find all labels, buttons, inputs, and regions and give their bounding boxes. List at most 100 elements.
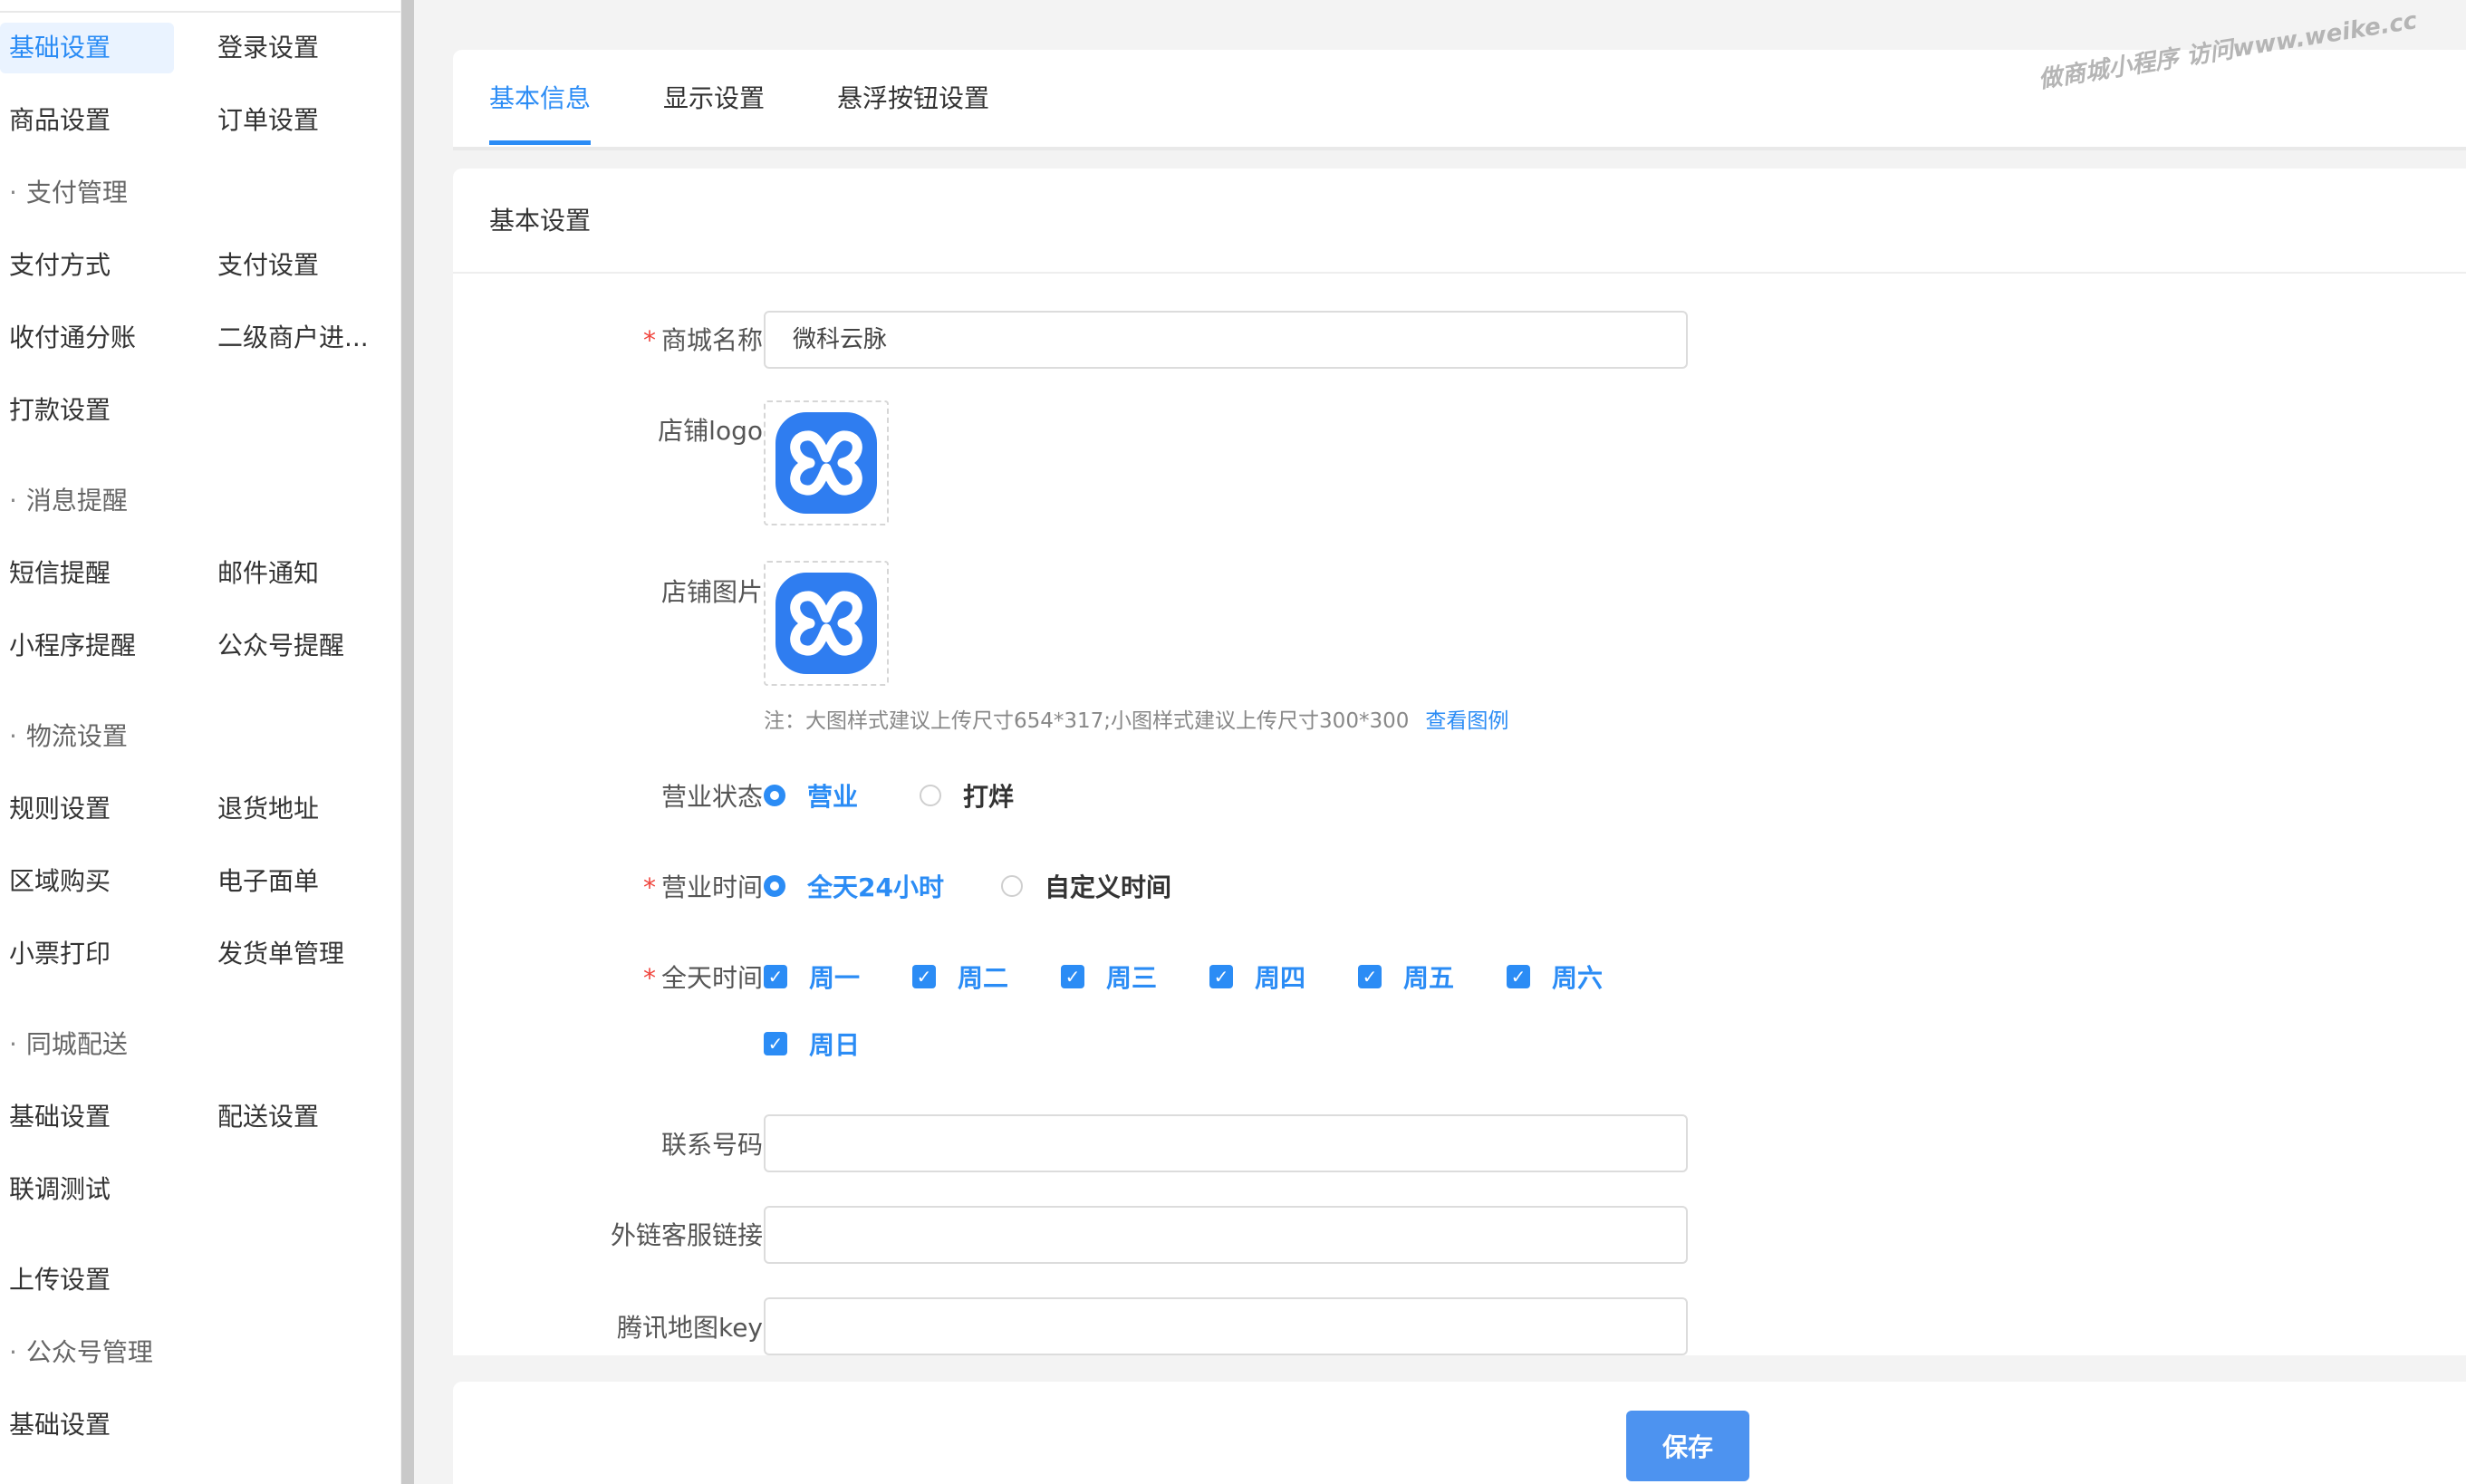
sidebar-section-label: 支付管理 — [25, 178, 128, 207]
sidebar-section-payment: · 支付管理 — [0, 168, 128, 218]
sidebar-section-label: 公众号管理 — [25, 1337, 153, 1367]
checkbox-label: 周二 — [958, 963, 1009, 993]
sidebar-section-official-account: · 公众号管理 — [0, 1327, 153, 1378]
radio-closed[interactable]: 打烊 — [920, 777, 1014, 814]
sidebar-item-shipping-manage[interactable]: 发货单管理 — [208, 929, 353, 979]
sidebar-item-delivery-settings[interactable]: 配送设置 — [208, 1092, 328, 1142]
checkbox-label: 周日 — [809, 1030, 861, 1060]
sidebar-item-rule-settings[interactable]: 规则设置 — [0, 784, 120, 834]
shop-name-label-text: 商城名称 — [660, 325, 763, 355]
shop-logo-label: 店铺logo — [658, 416, 763, 446]
sidebar-item-receipt-print[interactable]: 小票打印 — [0, 929, 120, 979]
sidebar-item-oa-basic[interactable]: 基础设置 — [0, 1400, 120, 1450]
sidebar-scrollbar[interactable] — [401, 0, 414, 1484]
checkbox-label: 周四 — [1255, 963, 1306, 993]
shop-logo-uploader[interactable] — [764, 400, 889, 525]
sidebar-top-divider — [0, 0, 400, 13]
panel-divider — [453, 147, 2466, 150]
view-example-link[interactable]: 查看图例 — [1425, 709, 1508, 733]
checkbox-wednesday[interactable]: ✓ 周三 — [1061, 959, 1157, 995]
section-dot: · — [9, 486, 17, 516]
checkbox-thursday[interactable]: ✓ 周四 — [1209, 959, 1305, 995]
sidebar: 基础设置 登录设置 商品设置 订单设置 · 支付管理 支付方式 支付设置 收付通分… — [0, 0, 400, 1484]
checkbox-label: 周一 — [809, 963, 861, 993]
sidebar-item-delivery-basic[interactable]: 基础设置 — [0, 1092, 120, 1142]
section-divider — [453, 272, 2466, 274]
radio-circle — [764, 785, 785, 806]
required-mark: * — [642, 963, 656, 993]
wk-logo-icon — [775, 412, 877, 514]
sidebar-item-payment-methods[interactable]: 支付方式 — [0, 240, 120, 291]
section-dot: · — [9, 178, 17, 207]
sidebar-item-order-settings[interactable]: 订单设置 — [208, 95, 328, 146]
checkbox-label: 周三 — [1106, 963, 1158, 993]
radio-circle — [1001, 875, 1023, 897]
sidebar-item-upload-settings[interactable]: 上传设置 — [0, 1255, 120, 1306]
sidebar-item-e-waybill[interactable]: 电子面单 — [208, 856, 328, 907]
all-day-label-text: 全天时间 — [660, 963, 763, 993]
sidebar-section-local-delivery: · 同城配送 — [0, 1019, 128, 1070]
check-icon: ✓ — [764, 1032, 787, 1055]
required-mark: * — [642, 325, 656, 355]
check-icon: ✓ — [1358, 965, 1382, 988]
image-size-note: 注：大图样式建议上传尺寸654*317;小图样式建议上传尺寸300*300 查看图… — [764, 703, 1508, 734]
check-icon: ✓ — [912, 965, 936, 988]
sidebar-item-official-account-reminder[interactable]: 公众号提醒 — [208, 621, 353, 671]
section-title: 基本设置 — [489, 206, 592, 236]
sidebar-item-sub-merchant[interactable]: 二级商户进... — [208, 313, 378, 363]
service-link-label: 外链客服链接 — [610, 1220, 763, 1250]
business-status-label: 营业状态 — [660, 782, 763, 812]
sidebar-item-sms-reminder[interactable]: 短信提醒 — [0, 548, 120, 599]
radio-open[interactable]: 营业 — [764, 777, 858, 814]
check-icon: ✓ — [1061, 965, 1084, 988]
form-panel: 基本设置 * 商城名称 微科云脉 店铺logo 店铺图片 注：大图样式建议上传尺寸… — [453, 169, 2466, 1355]
sidebar-item-region-purchase[interactable]: 区域购买 — [0, 856, 120, 907]
check-icon: ✓ — [764, 965, 787, 988]
active-tab-underline — [489, 140, 591, 145]
section-dot: · — [9, 1337, 17, 1367]
checkbox-label: 周六 — [1552, 963, 1604, 993]
checkbox-saturday[interactable]: ✓ 周六 — [1507, 959, 1603, 995]
map-key-label: 腾讯地图key — [616, 1313, 763, 1343]
map-key-input[interactable] — [764, 1297, 1688, 1355]
radio-closed-label: 打烊 — [963, 782, 1015, 812]
tab-float-button-settings[interactable]: 悬浮按钮设置 — [837, 50, 989, 148]
sidebar-item-email-notice[interactable]: 邮件通知 — [208, 548, 328, 599]
checkbox-tuesday[interactable]: ✓ 周二 — [912, 959, 1008, 995]
sidebar-item-miniprogram-reminder[interactable]: 小程序提醒 — [0, 621, 145, 671]
sidebar-section-notifications: · 消息提醒 — [0, 476, 128, 526]
sidebar-section-label: 消息提醒 — [25, 486, 128, 516]
sidebar-item-split-payment[interactable]: 收付通分账 — [0, 313, 145, 363]
checkbox-sunday[interactable]: ✓ 周日 — [764, 1026, 860, 1062]
radio-custom-time-label: 自定义时间 — [1045, 872, 1172, 902]
phone-input[interactable] — [764, 1114, 1688, 1172]
sidebar-item-transfer-settings[interactable]: 打款设置 — [0, 385, 120, 436]
sidebar-item-product-settings[interactable]: 商品设置 — [0, 95, 120, 146]
check-icon: ✓ — [1209, 965, 1233, 988]
sidebar-item-integration-test[interactable]: 联调测试 — [0, 1164, 120, 1215]
checkbox-friday[interactable]: ✓ 周五 — [1358, 959, 1454, 995]
checkbox-monday[interactable]: ✓ 周一 — [764, 959, 860, 995]
radio-all-day[interactable]: 全天24小时 — [764, 868, 944, 904]
sidebar-item-login-settings[interactable]: 登录设置 — [208, 23, 328, 73]
sidebar-item-basic-settings[interactable]: 基础设置 — [0, 23, 174, 73]
radio-custom-time[interactable]: 自定义时间 — [1001, 868, 1171, 904]
check-icon: ✓ — [1507, 965, 1530, 988]
image-size-note-text: 注：大图样式建议上传尺寸654*317;小图样式建议上传尺寸300*300 — [764, 709, 1410, 733]
save-button[interactable]: 保存 — [1626, 1411, 1749, 1481]
shop-image-uploader[interactable] — [764, 561, 889, 686]
sidebar-item-payment-settings[interactable]: 支付设置 — [208, 240, 328, 291]
tab-basic-info[interactable]: 基本信息 — [489, 50, 591, 148]
radio-all-day-label: 全天24小时 — [807, 872, 944, 902]
sidebar-section-label: 同城配送 — [25, 1029, 128, 1059]
sidebar-item-return-address[interactable]: 退货地址 — [208, 784, 328, 834]
checkbox-label: 周五 — [1403, 963, 1455, 993]
sidebar-section-label: 物流设置 — [25, 721, 128, 751]
business-hours-label-text: 营业时间 — [660, 872, 763, 902]
shop-name-input[interactable]: 微科云脉 — [764, 311, 1688, 369]
service-link-input[interactable] — [764, 1206, 1688, 1264]
section-dot: · — [9, 1029, 17, 1059]
business-hours-label: * 营业时间 — [643, 868, 763, 904]
tab-display-settings[interactable]: 显示设置 — [663, 50, 765, 148]
section-dot: · — [9, 721, 17, 751]
